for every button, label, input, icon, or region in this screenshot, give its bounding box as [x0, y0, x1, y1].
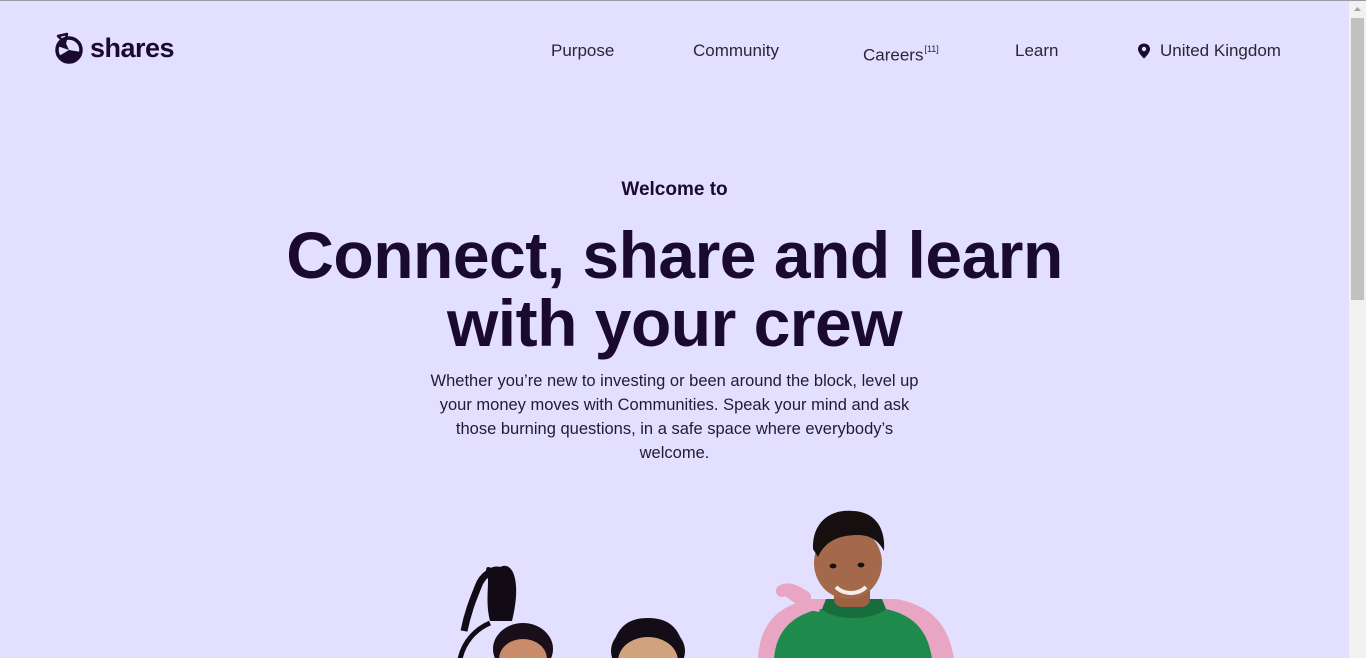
- scrollbar-thumb[interactable]: [1351, 18, 1364, 300]
- location-pin-icon: [1138, 43, 1150, 59]
- person-man-green-sweater: [758, 510, 954, 658]
- main-nav: Purpose Community Careers[11] Learn Unit…: [0, 39, 1349, 65]
- hero-people-illustration: [457, 510, 954, 658]
- person-woman-ponytail: [457, 565, 553, 658]
- page: shares Purpose Community Careers[11] Lea…: [0, 1, 1349, 658]
- nav-community-link[interactable]: Community: [693, 39, 779, 63]
- nav-purpose-link[interactable]: Purpose: [551, 39, 614, 63]
- page-scrollbar[interactable]: [1349, 1, 1366, 658]
- hero-description: Whether you’re new to investing or been …: [430, 372, 919, 462]
- nav-careers-link[interactable]: Careers[11]: [863, 39, 939, 68]
- careers-count-badge: [11]: [924, 44, 939, 54]
- hero-headline-line-1: Connect, share and learn: [286, 218, 1063, 292]
- nav-learn-link[interactable]: Learn: [1015, 39, 1058, 63]
- region-label: United Kingdom: [1160, 41, 1281, 60]
- nav-careers-label: Careers: [863, 45, 924, 65]
- person-middle: [611, 617, 685, 658]
- region-selector[interactable]: United Kingdom: [1137, 39, 1281, 63]
- scroll-up-arrow-icon[interactable]: [1349, 1, 1366, 18]
- hero-headline-line-2: with your crew: [446, 286, 903, 360]
- hero-headline: Connect, share and learn with your crew: [0, 221, 1349, 357]
- hero-eyebrow: Welcome to: [621, 179, 728, 200]
